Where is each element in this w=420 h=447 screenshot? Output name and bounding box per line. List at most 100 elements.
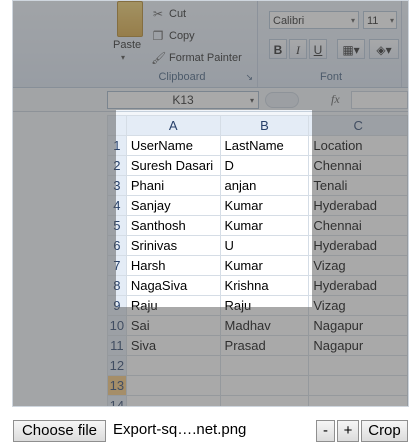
row-header: 14	[107, 395, 127, 406]
cell: LastName	[219, 135, 310, 156]
clipboard-group: Paste ▾ ✂ Cut ❐ Copy 🖌 Format Painter Cl…	[107, 1, 258, 87]
cut-label: Cut	[169, 8, 187, 20]
bold-button: B	[269, 39, 287, 59]
underline-button: U	[309, 39, 327, 59]
file-name: Export-sq….net.png	[113, 421, 247, 438]
formula-input	[351, 91, 408, 109]
format-painter-button: 🖌 Format Painter	[151, 51, 242, 65]
clipboard-icon	[117, 1, 143, 37]
cell: Siva	[125, 335, 221, 356]
borders-icon: ▦▾	[337, 39, 365, 59]
zoom-in-button[interactable]: +	[337, 420, 359, 442]
font-size-value: 11	[367, 15, 379, 27]
zoom-out-button[interactable]: -	[316, 420, 335, 442]
table-row: 10 Sai Madhav Nagapur	[107, 315, 408, 336]
cell	[125, 395, 221, 406]
font-size-select: 11 ▾	[363, 11, 397, 29]
cell: Kumar	[219, 255, 310, 276]
cell: Hyderabad	[308, 195, 408, 216]
cell: U	[219, 235, 310, 256]
row-header: 5	[107, 215, 127, 236]
row-header: 13	[107, 375, 127, 396]
font-group-label: Font	[319, 71, 342, 83]
cell: Phani	[125, 175, 221, 196]
fx-label: fx	[331, 92, 340, 106]
table-row: 3 Phani anjan Tenali	[107, 175, 408, 196]
table-row: 5 Santhosh Kumar Chennai	[107, 215, 408, 236]
table-row: 11 Siva Prasad Nagapur	[107, 335, 408, 356]
cell: Tenali	[308, 175, 408, 196]
cell: Kumar	[219, 215, 310, 236]
cell: Chennai	[308, 155, 408, 176]
image-crop-area[interactable]: Paste ▾ ✂ Cut ❐ Copy 🖌 Format Painter Cl…	[12, 0, 409, 407]
copy-icon: ❐	[152, 29, 164, 43]
cell: anjan	[219, 175, 310, 196]
cell: Harsh	[125, 255, 221, 276]
cell	[308, 395, 408, 406]
row-header: 9	[107, 295, 127, 316]
cell: NagaSiva	[125, 275, 221, 296]
cell: Sai	[125, 315, 221, 336]
cell	[308, 375, 408, 396]
cell: Vizag	[308, 295, 408, 316]
name-box-value: K13	[172, 93, 194, 107]
chevron-down-icon: ▾	[121, 53, 126, 62]
cell	[125, 355, 221, 376]
table-row: 2 Suresh Dasari D Chennai	[107, 155, 408, 176]
cell: UserName	[125, 135, 221, 156]
row-header: 2	[107, 155, 127, 176]
cell: Nagapur	[308, 335, 408, 356]
chevron-down-icon: ▾	[350, 16, 355, 25]
row-header: 12	[107, 355, 127, 376]
table-row: 8 NagaSiva Krishna Hyderabad	[107, 275, 408, 296]
cell: Srinivas	[125, 235, 221, 256]
cell: Santhosh	[125, 215, 221, 236]
cell: Sanjay	[125, 195, 221, 216]
cell	[125, 375, 221, 396]
row-header: 8	[107, 275, 127, 296]
cell	[308, 355, 408, 376]
cell: D	[219, 155, 310, 176]
paste-button: Paste	[113, 39, 142, 51]
dialog-launcher-icon: ↘	[245, 72, 253, 82]
cell: Vizag	[308, 255, 408, 276]
cell: Prasad	[219, 335, 310, 356]
format-painter-label: Format Painter	[169, 52, 242, 64]
table-row: 12	[107, 355, 408, 376]
formula-bar-divider	[265, 92, 299, 108]
cell: Krishna	[219, 275, 310, 296]
spreadsheet-grid: A B C 1 UserName LastName Location 2 Suresh D…	[107, 115, 408, 406]
row-header: 4	[107, 195, 127, 216]
column-header: A	[125, 115, 221, 136]
cell: Location	[308, 135, 408, 156]
fill-color-icon: ◈▾	[369, 39, 399, 59]
clipboard-group-label: Clipboard	[158, 71, 206, 83]
row-header: 6	[107, 235, 127, 256]
chevron-down-icon: ▾	[389, 16, 394, 25]
cell: Raju	[125, 295, 221, 316]
choose-file-button[interactable]: Choose file	[13, 420, 106, 442]
select-all-corner	[107, 115, 127, 136]
table-row: 9 Raju Raju Vizag	[107, 295, 408, 316]
row-header: 11	[107, 335, 127, 356]
cell: Chennai	[308, 215, 408, 236]
crop-button[interactable]: Crop	[361, 420, 408, 442]
cell: Nagapur	[308, 315, 408, 336]
table-row: 13	[107, 375, 408, 396]
cell: Raju	[219, 295, 310, 316]
row-header: 10	[107, 315, 127, 336]
name-box: K13 ▾	[107, 91, 259, 109]
scissors-icon: ✂	[152, 7, 164, 21]
cell	[219, 395, 310, 406]
table-row: 6 Srinivas U Hyderabad	[107, 235, 408, 256]
italic-button: I	[289, 39, 307, 59]
table-row: 4 Sanjay Kumar Hyderabad	[107, 195, 408, 216]
cell	[219, 355, 310, 376]
table-row: 1 UserName LastName Location	[107, 135, 408, 156]
cell: Hyderabad	[308, 235, 408, 256]
cell: Suresh Dasari	[125, 155, 221, 176]
formula-bar: K13 ▾ fx	[13, 89, 408, 112]
cell: Madhav	[219, 315, 310, 336]
row-header: 3	[107, 175, 127, 196]
table-row: 7 Harsh Kumar Vizag	[107, 255, 408, 276]
